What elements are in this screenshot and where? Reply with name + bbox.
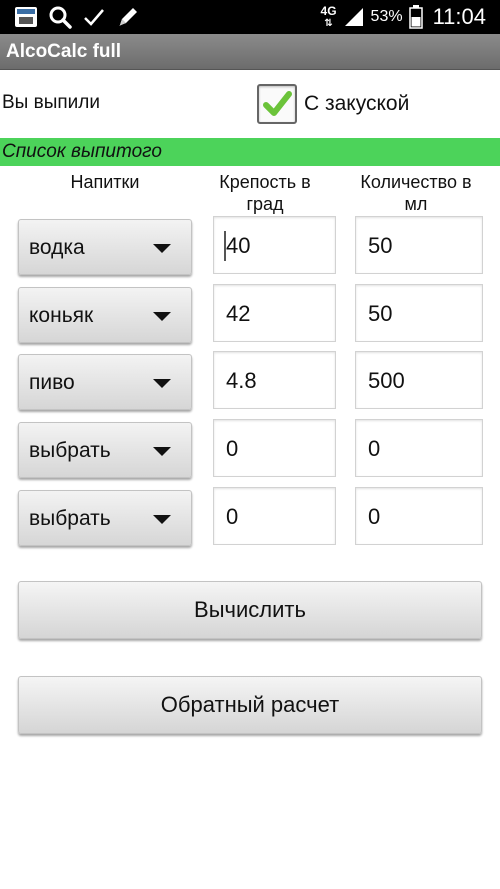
drink-spinner[interactable]: выбрать <box>18 422 192 478</box>
dropdown-arrow-icon <box>153 379 171 388</box>
check-icon <box>84 9 104 26</box>
system-icons: 4G ⇅ 53% 11:04 <box>321 0 486 34</box>
battery-percent: 53% <box>370 8 403 25</box>
column-header-volume-line2: мл <box>404 194 428 214</box>
strength-value: 0 <box>226 436 239 461</box>
drink-spinner-label: коньяк <box>29 304 94 327</box>
strength-value: 0 <box>226 504 239 529</box>
clock: 11:04 <box>432 4 486 29</box>
dropdown-arrow-icon <box>153 447 171 456</box>
network-label: 4G <box>320 3 337 18</box>
network-type: 4G ⇅ <box>320 3 337 29</box>
volume-value: 0 <box>368 504 381 529</box>
column-header-strength-line2: град <box>246 194 284 214</box>
action-bar: AlcoCalc full <box>0 34 500 70</box>
volume-field[interactable]: 50 <box>355 284 483 342</box>
column-header-drinks: Напитки <box>18 171 192 193</box>
reverse-calculation-button[interactable]: Обратный расчет <box>18 676 482 734</box>
strength-field[interactable]: 42 <box>213 284 336 342</box>
data-arrows-icon: ⇅ <box>324 17 333 29</box>
snack-label[interactable]: С закуской <box>304 92 409 116</box>
column-header-drinks-label: Напитки <box>70 172 140 192</box>
drink-spinner-label: пиво <box>29 371 75 394</box>
pencil-icon <box>119 8 137 26</box>
strength-field[interactable]: 0 <box>213 487 336 545</box>
strength-field[interactable]: 4.8 <box>213 351 336 409</box>
volume-field[interactable]: 0 <box>355 419 483 477</box>
drink-spinner-label: выбрать <box>29 507 111 530</box>
section-header: Список выпитого <box>0 138 500 166</box>
app-notification-icon <box>15 7 37 27</box>
notification-icons <box>14 5 140 29</box>
checkmark-icon <box>263 91 292 116</box>
strength-value: 42 <box>226 301 251 326</box>
battery-icon <box>408 5 423 29</box>
strength-value: 40 <box>226 233 251 258</box>
volume-value: 500 <box>368 368 405 393</box>
strength-field[interactable]: 40 <box>213 216 336 274</box>
strength-field[interactable]: 0 <box>213 419 336 477</box>
volume-field[interactable]: 500 <box>355 351 483 409</box>
column-header-volume-line1: Количество в <box>360 172 472 192</box>
snack-checkbox[interactable] <box>257 84 297 124</box>
drink-spinner[interactable]: водка <box>18 219 192 275</box>
volume-field[interactable]: 50 <box>355 216 483 274</box>
dropdown-arrow-icon <box>153 515 171 524</box>
drink-spinner[interactable]: выбрать <box>18 490 192 546</box>
strength-value: 4.8 <box>226 368 257 393</box>
drink-spinner[interactable]: коньяк <box>18 287 192 343</box>
app-title: AlcoCalc full <box>6 41 122 62</box>
drink-spinner-label: водка <box>29 236 85 259</box>
dropdown-arrow-icon <box>153 312 171 321</box>
status-bar: 4G ⇅ 53% 11:04 <box>0 0 500 34</box>
dropdown-arrow-icon <box>153 244 171 253</box>
volume-value: 50 <box>368 233 393 258</box>
drink-spinner-label: выбрать <box>29 439 111 462</box>
column-header-strength-line1: Крепость в <box>219 172 311 192</box>
volume-field[interactable]: 0 <box>355 487 483 545</box>
calculate-button[interactable]: Вычислить <box>18 581 482 639</box>
drink-spinner[interactable]: пиво <box>18 354 192 410</box>
drank-label: Вы выпили <box>2 92 100 113</box>
signal-icon <box>344 8 363 26</box>
section-title: Список выпитого <box>2 141 162 162</box>
search-icon <box>49 6 72 29</box>
column-header-strength: Крепость в град <box>210 171 320 215</box>
column-header-volume: Количество в мл <box>346 171 486 215</box>
volume-value: 50 <box>368 301 393 326</box>
volume-value: 0 <box>368 436 381 461</box>
